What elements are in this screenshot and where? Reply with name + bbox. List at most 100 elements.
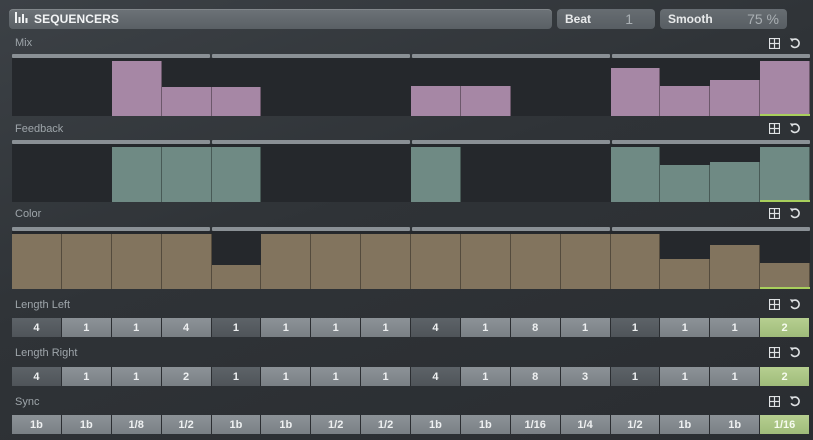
- mix-step-bar[interactable]: [411, 86, 461, 116]
- length-left-cell[interactable]: 1: [261, 318, 312, 337]
- sync-cell[interactable]: 1b: [61, 415, 112, 434]
- length-left-cell[interactable]: 1: [361, 318, 411, 337]
- feedback-step-bar[interactable]: [411, 147, 461, 202]
- feedback-step-bar[interactable]: [111, 147, 162, 202]
- color-step-bar[interactable]: [12, 234, 62, 289]
- length-left-cell[interactable]: 1: [560, 318, 611, 337]
- length-left-cell[interactable]: 1: [460, 318, 511, 337]
- length-right-grid-icon[interactable]: [769, 346, 780, 358]
- length-right-cell[interactable]: 1: [311, 367, 362, 386]
- length-left-cell[interactable]: 4: [411, 318, 461, 337]
- color-step-bar[interactable]: [660, 259, 711, 289]
- feedback-grid-icon[interactable]: [769, 122, 780, 134]
- length-right-cell[interactable]: 1: [211, 367, 262, 386]
- smooth-value[interactable]: 75 %: [747, 11, 779, 27]
- feedback-step-bars[interactable]: [12, 144, 810, 202]
- length-right-cell[interactable]: 1: [460, 367, 511, 386]
- length-left-cell[interactable]: 1: [660, 318, 711, 337]
- mix-step-bars[interactable]: [12, 58, 810, 116]
- color-step-bar[interactable]: [311, 234, 362, 289]
- color-step-bar[interactable]: [610, 234, 661, 289]
- sync-cell[interactable]: 1/2: [361, 415, 411, 434]
- length-left-cell[interactable]: 1: [710, 318, 761, 337]
- sync-grid-icon[interactable]: [769, 395, 780, 407]
- feedback-step-bar[interactable]: [211, 147, 262, 202]
- length-right-cell[interactable]: 1: [261, 367, 312, 386]
- color-step-bar[interactable]: [460, 234, 511, 289]
- mix-grid-icon[interactable]: [769, 37, 780, 49]
- sync-cell[interactable]: 1/4: [560, 415, 611, 434]
- length-left-grid-icon[interactable]: [769, 298, 780, 310]
- sync-cell[interactable]: 1b: [261, 415, 312, 434]
- length-right-cell[interactable]: 1: [111, 367, 162, 386]
- beat-control[interactable]: Beat 1: [557, 9, 655, 29]
- sync-cell[interactable]: 1b: [211, 415, 262, 434]
- sync-cell[interactable]: 1/2: [161, 415, 212, 434]
- length-left-cell[interactable]: 8: [510, 318, 561, 337]
- length-right-cell[interactable]: 8: [510, 367, 561, 386]
- length-left-cell[interactable]: 1: [311, 318, 362, 337]
- length-left-cell[interactable]: 1: [610, 318, 661, 337]
- mix-step-bar[interactable]: [760, 61, 810, 116]
- mix-reset-icon[interactable]: [789, 37, 801, 49]
- mix-step-bar[interactable]: [610, 68, 661, 116]
- color-step-bar[interactable]: [560, 234, 611, 289]
- length-left-cell[interactable]: 4: [161, 318, 212, 337]
- sync-cell[interactable]: 1b: [660, 415, 711, 434]
- length-right-cell[interactable]: 1: [61, 367, 112, 386]
- sync-cell[interactable]: 1/2: [311, 415, 362, 434]
- feedback-reset-icon[interactable]: [789, 122, 801, 134]
- sync-cell[interactable]: 1b: [411, 415, 461, 434]
- sync-cell[interactable]: 1b: [460, 415, 511, 434]
- beat-value[interactable]: 1: [625, 11, 633, 27]
- length-right-reset-icon[interactable]: [789, 346, 801, 358]
- length-left-cell[interactable]: 1: [61, 318, 112, 337]
- sync-cell[interactable]: 1/8: [111, 415, 162, 434]
- color-grid-icon[interactable]: [769, 207, 780, 219]
- length-right-cell[interactable]: 2: [760, 367, 810, 386]
- mix-step-bar[interactable]: [710, 80, 761, 116]
- color-step-bar[interactable]: [760, 263, 810, 289]
- color-step-bar[interactable]: [510, 234, 561, 289]
- color-step-bar[interactable]: [411, 234, 461, 289]
- sync-cell[interactable]: 1b: [12, 415, 62, 434]
- mix-step-bar[interactable]: [211, 87, 262, 116]
- sync-cell[interactable]: 1b: [710, 415, 761, 434]
- smooth-control[interactable]: Smooth 75 %: [660, 9, 787, 29]
- sync-cell[interactable]: 1/16: [760, 415, 810, 434]
- length-right-cell[interactable]: 1: [610, 367, 661, 386]
- length-left-reset-icon[interactable]: [789, 298, 801, 310]
- length-left-cell[interactable]: 4: [12, 318, 62, 337]
- color-step-bars[interactable]: [12, 231, 810, 289]
- mix-step-bar[interactable]: [660, 86, 711, 116]
- feedback-step-bar[interactable]: [161, 147, 212, 202]
- color-step-bar[interactable]: [161, 234, 212, 289]
- length-right-cell[interactable]: 4: [411, 367, 461, 386]
- length-right-cell[interactable]: 4: [12, 367, 62, 386]
- color-step-bar[interactable]: [111, 234, 162, 289]
- mix-step-bar[interactable]: [161, 87, 212, 116]
- length-left-cell[interactable]: 2: [760, 318, 810, 337]
- sync-reset-icon[interactable]: [789, 395, 801, 407]
- feedback-step-bar[interactable]: [760, 147, 810, 202]
- feedback-step-bar[interactable]: [660, 165, 711, 202]
- length-right-cell[interactable]: 2: [161, 367, 212, 386]
- sync-cell[interactable]: 1/2: [610, 415, 661, 434]
- color-step-bar[interactable]: [261, 234, 312, 289]
- length-right-cell[interactable]: 1: [660, 367, 711, 386]
- color-step-bar[interactable]: [211, 265, 262, 289]
- sync-cell[interactable]: 1/16: [510, 415, 561, 434]
- length-left-cell[interactable]: 1: [211, 318, 262, 337]
- feedback-step-bar[interactable]: [710, 162, 761, 202]
- length-right-cell[interactable]: 1: [361, 367, 411, 386]
- color-reset-icon[interactable]: [789, 207, 801, 219]
- mix-step-bar[interactable]: [460, 86, 511, 116]
- mix-step-bar[interactable]: [111, 61, 162, 116]
- length-left-cell[interactable]: 1: [111, 318, 162, 337]
- color-step-bar[interactable]: [361, 234, 411, 289]
- color-step-bar[interactable]: [710, 245, 761, 289]
- length-right-cell[interactable]: 3: [560, 367, 611, 386]
- length-right-cell[interactable]: 1: [710, 367, 761, 386]
- feedback-step-bar[interactable]: [610, 147, 661, 202]
- color-step-bar[interactable]: [61, 234, 112, 289]
